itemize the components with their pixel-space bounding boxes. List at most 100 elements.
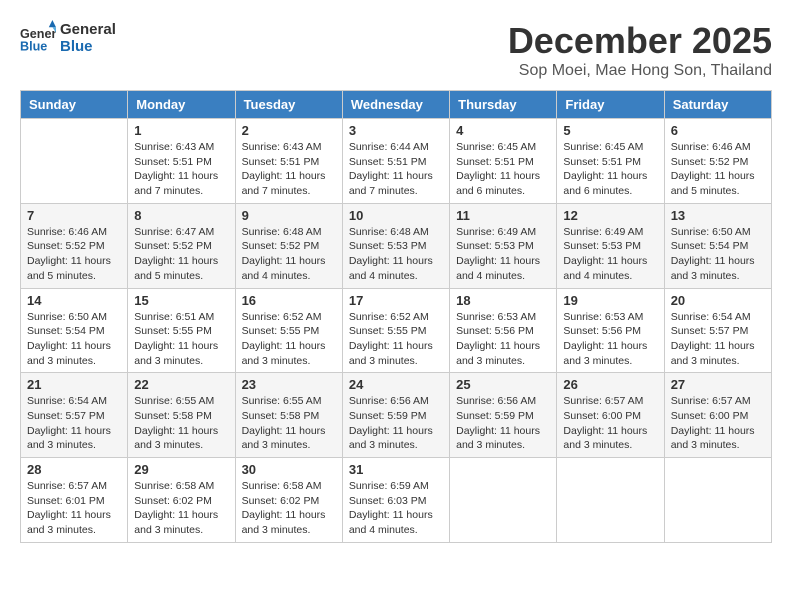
- calendar-cell: 13 Sunrise: 6:50 AMSunset: 5:54 PMDayligh…: [664, 203, 771, 288]
- calendar-cell: 30 Sunrise: 6:58 AMSunset: 6:02 PMDayligh…: [235, 458, 342, 543]
- day-number: 6: [671, 123, 765, 138]
- calendar-cell: 20Sunrise: 6:54 AMSunset: 5:57 PMDayligh…: [664, 288, 771, 373]
- calendar-cell: 8 Sunrise: 6:47 AMSunset: 5:52 PMDaylight…: [128, 203, 235, 288]
- day-info: Sunrise: 6:44 AMSunset: 5:51 PMDaylight:…: [349, 140, 443, 199]
- calendar-cell: 22 Sunrise: 6:55 AMSunset: 5:58 PMDayligh…: [128, 373, 235, 458]
- calendar-cell: 23Sunrise: 6:55 AMSunset: 5:58 PMDayligh…: [235, 373, 342, 458]
- weekday-header-sunday: Sunday: [21, 91, 128, 119]
- day-number: 16: [242, 293, 336, 308]
- title-block: December 2025 Sop Moei, Mae Hong Son, Th…: [508, 20, 772, 80]
- calendar-cell: 7 Sunrise: 6:46 AMSunset: 5:52 PMDaylight…: [21, 203, 128, 288]
- month-title: December 2025: [508, 20, 772, 62]
- location: Sop Moei, Mae Hong Son, Thailand: [508, 62, 772, 80]
- calendar-cell: 19Sunrise: 6:53 AMSunset: 5:56 PMDayligh…: [557, 288, 664, 373]
- calendar-cell: 4 Sunrise: 6:45 AMSunset: 5:51 PMDaylight…: [450, 119, 557, 204]
- day-info: Sunrise: 6:52 AMSunset: 5:55 PMDaylight:…: [242, 310, 336, 369]
- day-number: 8: [134, 208, 228, 223]
- calendar-cell: 2 Sunrise: 6:43 AMSunset: 5:51 PMDaylight…: [235, 119, 342, 204]
- day-number: 31: [349, 462, 443, 477]
- day-info: Sunrise: 6:46 AMSunset: 5:52 PMDaylight:…: [671, 140, 765, 199]
- day-number: 27: [671, 377, 765, 392]
- day-info: Sunrise: 6:55 AMSunset: 5:58 PMDaylight:…: [242, 394, 336, 453]
- day-info: Sunrise: 6:49 AMSunset: 5:53 PMDaylight:…: [563, 225, 657, 284]
- weekday-header-friday: Friday: [557, 91, 664, 119]
- day-number: 18: [456, 293, 550, 308]
- calendar-cell: 6 Sunrise: 6:46 AMSunset: 5:52 PMDaylight…: [664, 119, 771, 204]
- day-info: Sunrise: 6:43 AMSunset: 5:51 PMDaylight:…: [134, 140, 228, 199]
- day-number: 25: [456, 377, 550, 392]
- day-number: 9: [242, 208, 336, 223]
- calendar-cell: 5 Sunrise: 6:45 AMSunset: 5:51 PMDaylight…: [557, 119, 664, 204]
- weekday-header-monday: Monday: [128, 91, 235, 119]
- day-info: Sunrise: 6:43 AMSunset: 5:51 PMDaylight:…: [242, 140, 336, 199]
- weekday-header-wednesday: Wednesday: [342, 91, 449, 119]
- day-info: Sunrise: 6:53 AMSunset: 5:56 PMDaylight:…: [456, 310, 550, 369]
- calendar-cell: 14 Sunrise: 6:50 AMSunset: 5:54 PMDayligh…: [21, 288, 128, 373]
- calendar-cell: 11 Sunrise: 6:49 AMSunset: 5:53 PMDayligh…: [450, 203, 557, 288]
- day-number: 28: [27, 462, 121, 477]
- day-number: 17: [349, 293, 443, 308]
- weekday-header-thursday: Thursday: [450, 91, 557, 119]
- calendar-cell: 26Sunrise: 6:57 AMSunset: 6:00 PMDayligh…: [557, 373, 664, 458]
- day-number: 30: [242, 462, 336, 477]
- day-info: Sunrise: 6:54 AMSunset: 5:57 PMDaylight:…: [27, 394, 121, 453]
- calendar-header-row: SundayMondayTuesdayWednesdayThursdayFrid…: [21, 91, 772, 119]
- calendar-week-1: 1 Sunrise: 6:43 AMSunset: 5:51 PMDaylight…: [21, 119, 772, 204]
- day-number: 15: [134, 293, 228, 308]
- day-number: 1: [134, 123, 228, 138]
- weekday-header-saturday: Saturday: [664, 91, 771, 119]
- calendar-cell: 27 Sunrise: 6:57 AMSunset: 6:00 PMDayligh…: [664, 373, 771, 458]
- day-number: 2: [242, 123, 336, 138]
- day-number: 14: [27, 293, 121, 308]
- day-number: 4: [456, 123, 550, 138]
- day-info: Sunrise: 6:58 AMSunset: 6:02 PMDaylight:…: [134, 479, 228, 538]
- day-number: 5: [563, 123, 657, 138]
- calendar-cell: [21, 119, 128, 204]
- calendar-cell: 12 Sunrise: 6:49 AMSunset: 5:53 PMDayligh…: [557, 203, 664, 288]
- day-number: 29: [134, 462, 228, 477]
- calendar-cell: 25Sunrise: 6:56 AMSunset: 5:59 PMDayligh…: [450, 373, 557, 458]
- calendar-cell: [557, 458, 664, 543]
- day-number: 10: [349, 208, 443, 223]
- day-number: 11: [456, 208, 550, 223]
- day-info: Sunrise: 6:57 AMSunset: 6:00 PMDaylight:…: [671, 394, 765, 453]
- logo-general: General: [60, 21, 116, 38]
- day-info: Sunrise: 6:56 AMSunset: 5:59 PMDaylight:…: [349, 394, 443, 453]
- day-number: 21: [27, 377, 121, 392]
- page-header: General Blue General Blue December 2025 …: [20, 20, 772, 80]
- day-number: 7: [27, 208, 121, 223]
- calendar-table: SundayMondayTuesdayWednesdayThursdayFrid…: [20, 90, 772, 543]
- day-info: Sunrise: 6:45 AMSunset: 5:51 PMDaylight:…: [563, 140, 657, 199]
- calendar-week-2: 7 Sunrise: 6:46 AMSunset: 5:52 PMDaylight…: [21, 203, 772, 288]
- day-info: Sunrise: 6:59 AMSunset: 6:03 PMDaylight:…: [349, 479, 443, 538]
- calendar-cell: 16 Sunrise: 6:52 AMSunset: 5:55 PMDayligh…: [235, 288, 342, 373]
- day-number: 12: [563, 208, 657, 223]
- calendar-week-5: 28 Sunrise: 6:57 AMSunset: 6:01 PMDayligh…: [21, 458, 772, 543]
- day-info: Sunrise: 6:45 AMSunset: 5:51 PMDaylight:…: [456, 140, 550, 199]
- calendar-cell: 3 Sunrise: 6:44 AMSunset: 5:51 PMDaylight…: [342, 119, 449, 204]
- calendar-cell: [450, 458, 557, 543]
- day-number: 19: [563, 293, 657, 308]
- svg-text:Blue: Blue: [20, 40, 47, 54]
- day-info: Sunrise: 6:55 AMSunset: 5:58 PMDaylight:…: [134, 394, 228, 453]
- day-info: Sunrise: 6:50 AMSunset: 5:54 PMDaylight:…: [27, 310, 121, 369]
- day-info: Sunrise: 6:58 AMSunset: 6:02 PMDaylight:…: [242, 479, 336, 538]
- day-number: 3: [349, 123, 443, 138]
- day-info: Sunrise: 6:46 AMSunset: 5:52 PMDaylight:…: [27, 225, 121, 284]
- day-number: 20: [671, 293, 765, 308]
- day-info: Sunrise: 6:57 AMSunset: 6:01 PMDaylight:…: [27, 479, 121, 538]
- day-info: Sunrise: 6:49 AMSunset: 5:53 PMDaylight:…: [456, 225, 550, 284]
- day-info: Sunrise: 6:48 AMSunset: 5:53 PMDaylight:…: [349, 225, 443, 284]
- calendar-cell: 18 Sunrise: 6:53 AMSunset: 5:56 PMDayligh…: [450, 288, 557, 373]
- calendar-cell: 1 Sunrise: 6:43 AMSunset: 5:51 PMDaylight…: [128, 119, 235, 204]
- day-number: 13: [671, 208, 765, 223]
- calendar-week-3: 14 Sunrise: 6:50 AMSunset: 5:54 PMDayligh…: [21, 288, 772, 373]
- day-info: Sunrise: 6:47 AMSunset: 5:52 PMDaylight:…: [134, 225, 228, 284]
- calendar-cell: 10 Sunrise: 6:48 AMSunset: 5:53 PMDayligh…: [342, 203, 449, 288]
- calendar-cell: 15Sunrise: 6:51 AMSunset: 5:55 PMDayligh…: [128, 288, 235, 373]
- day-info: Sunrise: 6:50 AMSunset: 5:54 PMDaylight:…: [671, 225, 765, 284]
- calendar-cell: 9Sunrise: 6:48 AMSunset: 5:52 PMDaylight…: [235, 203, 342, 288]
- logo-blue: Blue: [60, 38, 116, 55]
- day-number: 22: [134, 377, 228, 392]
- logo-icon: General Blue: [20, 20, 56, 56]
